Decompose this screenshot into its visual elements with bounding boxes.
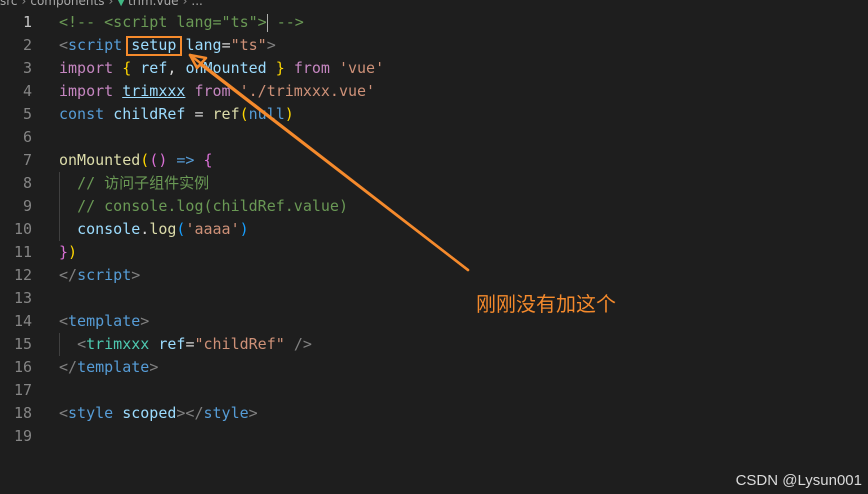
annotation-arrows [188,53,470,272]
watermark: CSDN @Lysun001 [735,472,862,489]
annotation-label: 刚刚没有加这个 [476,292,616,316]
arrow-line [198,62,470,272]
